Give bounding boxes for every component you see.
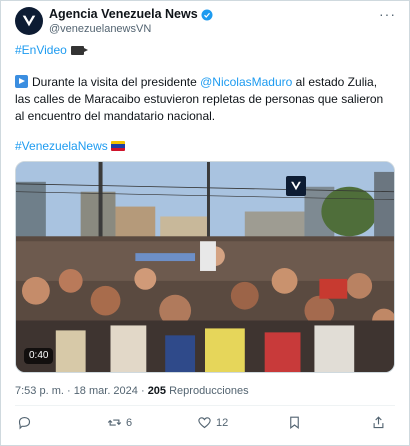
author-names: Agencia Venezuela News @venezuelanewsVN (49, 7, 213, 36)
more-options-icon[interactable]: ··· (379, 7, 395, 21)
vn-logo-icon (22, 15, 36, 27)
hashtag-line-2: #VenezuelaNews (15, 139, 125, 153)
divider (15, 405, 395, 406)
share-icon (373, 416, 384, 429)
video-player[interactable]: 0:40 (15, 161, 395, 373)
video-thumbnail (16, 162, 394, 372)
like-count: 12 (216, 416, 229, 429)
tweet-header: Agencia Venezuela News @venezuelanewsVN … (15, 7, 399, 39)
bookmark-button[interactable] (287, 415, 302, 430)
like-button[interactable]: 12 (197, 415, 228, 430)
post-text-prefix: Durante la visita del presidente (32, 75, 201, 89)
video-camera-icon (70, 46, 88, 55)
action-bar: 6 12 (15, 415, 395, 435)
views-count: 205 (147, 385, 167, 397)
hashtag-envideo[interactable]: #EnVideo (15, 43, 67, 57)
repost-button[interactable]: 6 (107, 415, 132, 430)
views-label: Reproducciones (166, 385, 249, 397)
mention-link[interactable]: @NicolasMaduro (200, 75, 292, 89)
hashtag-line: #EnVideo (15, 43, 88, 57)
watermark-logo-icon (286, 176, 306, 196)
reply-icon (18, 416, 31, 430)
verified-badge-icon (201, 9, 213, 21)
share-button[interactable] (371, 415, 386, 430)
tweet-card: Agencia Venezuela News @venezuelanewsVN … (0, 0, 410, 446)
repost-count: 6 (126, 416, 133, 429)
reply-button[interactable] (17, 415, 36, 430)
post-timestamp[interactable]: 7:53 p. m. · 18 mar. 2024 · (15, 385, 148, 397)
repost-icon (107, 419, 122, 426)
author-handle[interactable]: @venezuelanewsVN (49, 23, 213, 36)
heart-icon (198, 417, 211, 429)
play-button-emoji-icon (15, 75, 28, 88)
display-name-row: Agencia Venezuela News (49, 7, 213, 22)
avatar[interactable] (15, 7, 43, 35)
hashtag-venezuelanews[interactable]: #VenezuelaNews (15, 139, 108, 153)
bookmark-icon (290, 416, 299, 429)
venezuela-flag-icon (110, 141, 125, 151)
post-meta: 7:53 p. m. · 18 mar. 2024 · 205 Reproduc… (15, 385, 249, 398)
video-duration: 0:40 (24, 348, 54, 364)
display-name[interactable]: Agencia Venezuela News (49, 7, 198, 22)
post-text: Durante la visita del presidente @Nicola… (15, 74, 395, 125)
